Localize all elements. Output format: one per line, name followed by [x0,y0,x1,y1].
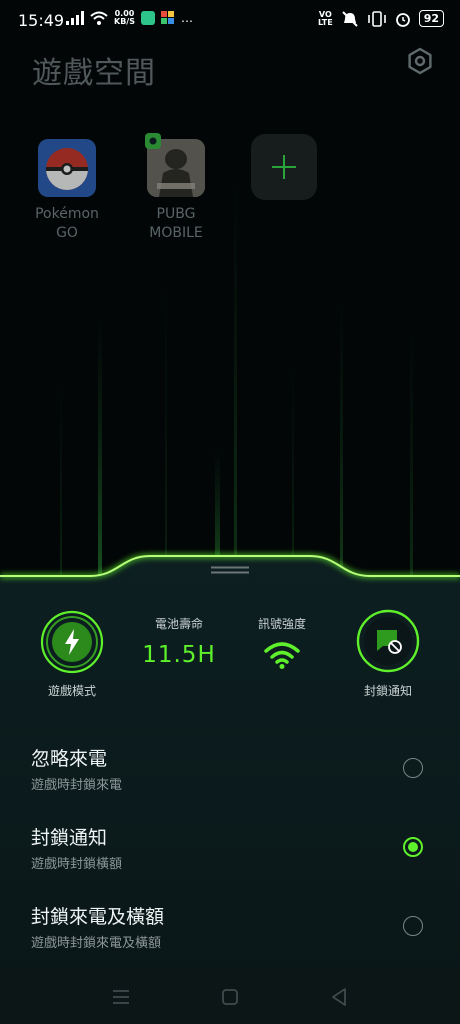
add-game-button[interactable] [251,134,317,200]
app-label: Pokémon GO [35,206,99,241]
battery-life-label: 電池壽命 [154,617,203,631]
battery-icon: 92 [418,10,444,27]
network-speed: 0.00 KB/S [114,9,135,26]
battery-life-value: 11.5H [142,642,216,668]
plus-icon [272,155,296,179]
option-block-notifications[interactable]: 封鎖通知 遊戲時封鎖橫額 [0,823,460,901]
more-notifications: … [180,11,193,25]
game-mode-button[interactable] [40,610,104,674]
menu-icon[interactable] [110,986,132,1008]
app-notification-icon-2 [160,11,174,24]
radio-button[interactable] [403,758,423,778]
signal-icon [66,11,84,25]
navigation-bar [0,968,460,1024]
back-icon[interactable] [328,986,350,1008]
option-ignore-calls[interactable]: 忽略來電 遊戲時封鎖來電 [0,744,460,822]
pubg-badge-icon [145,133,161,149]
volte-icon: VO LTE [317,9,333,27]
radio-button[interactable] [403,916,423,936]
app-pokemon-go[interactable]: Pokémon GO [22,139,112,243]
game-mode-label: 遊戲模式 [47,684,96,698]
block-notifications-button[interactable] [355,608,421,674]
wifi-status-icon [90,11,108,25]
app-pubg-mobile[interactable]: PUBG MOBILE [131,133,221,243]
vibrate-icon [367,10,386,27]
option-subtitle: 遊戲時封鎖來電 [31,778,123,793]
option-subtitle: 遊戲時封鎖橫額 [31,857,123,872]
block-notifications-label: 封鎖通知 [363,684,412,698]
option-title: 封鎖來電及橫額 [31,906,165,928]
app-label: PUBG MOBILE [149,206,203,241]
home-icon[interactable] [219,986,241,1008]
app-notification-icon [140,11,155,25]
panel-drag-handle[interactable] [211,566,249,574]
option-subtitle: 遊戲時封鎖來電及橫額 [31,936,162,951]
pokemon-go-icon [38,139,96,197]
option-title: 忽略來電 [31,748,108,770]
option-title: 封鎖通知 [31,827,108,849]
radio-button-selected[interactable] [403,837,423,857]
page-title: 遊戲空間 [32,56,156,91]
mute-icon [341,10,358,27]
settings-hexagon-icon[interactable] [406,47,434,75]
signal-strength-label: 訊號強度 [257,617,306,631]
alarm-icon [395,12,410,27]
clock: 15:49 [18,11,65,30]
wifi-signal-icon [264,642,300,669]
status-bar: 15:49 0.00 KB/S … VO LTE 92 [0,0,460,40]
